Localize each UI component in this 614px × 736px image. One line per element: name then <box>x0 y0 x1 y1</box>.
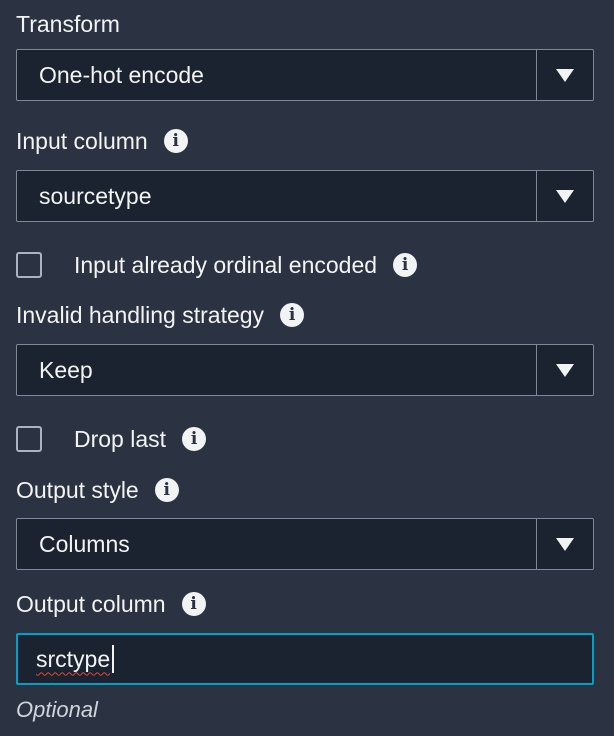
invalid-handling-label: Invalid handling strategy i <box>16 300 305 330</box>
invalid-handling-label-text: Invalid handling strategy <box>16 301 265 328</box>
caret-down-icon <box>556 189 574 203</box>
input-column-label-text: Input column <box>16 127 148 154</box>
text-cursor <box>112 645 115 673</box>
input-column-label: Input column i <box>16 126 188 156</box>
input-ordinal-row: Input already ordinal encoded i <box>16 250 418 280</box>
drop-last-label[interactable]: Drop last <box>74 426 166 453</box>
info-icon[interactable]: i <box>182 427 207 451</box>
drop-last-checkbox[interactable] <box>16 426 42 452</box>
drop-last-row: Drop last i <box>16 424 207 454</box>
one-hot-encode-form: Transform One-hot encode Input column i … <box>0 0 614 736</box>
info-icon[interactable]: i <box>393 253 418 277</box>
input-column-dropdown-button[interactable] <box>537 171 593 221</box>
output-column-hint: Optional <box>16 697 98 722</box>
invalid-handling-select[interactable]: Keep <box>16 344 594 396</box>
input-ordinal-label[interactable]: Input already ordinal encoded <box>74 252 377 279</box>
input-ordinal-checkbox[interactable] <box>16 252 42 278</box>
transform-label-text: Transform <box>16 10 120 37</box>
caret-down-icon <box>556 68 574 82</box>
input-column-select-value: sourcetype <box>39 182 152 209</box>
output-style-select-value: Columns <box>39 530 130 557</box>
output-style-label-text: Output style <box>16 476 139 503</box>
output-style-select[interactable]: Columns <box>16 518 594 570</box>
caret-down-icon <box>556 537 574 551</box>
caret-down-icon <box>556 363 574 377</box>
output-column-input[interactable]: srctype <box>16 633 594 685</box>
output-column-input-value: srctype <box>36 645 111 672</box>
invalid-handling-select-value: Keep <box>39 356 93 383</box>
info-icon[interactable]: i <box>280 303 305 327</box>
invalid-handling-dropdown-button[interactable] <box>537 345 593 395</box>
output-style-dropdown-button[interactable] <box>537 519 593 569</box>
output-style-label: Output style i <box>16 475 179 505</box>
info-icon[interactable]: i <box>181 592 206 616</box>
info-icon[interactable]: i <box>154 478 179 502</box>
transform-select-value: One-hot encode <box>39 61 204 88</box>
transform-dropdown-button[interactable] <box>537 50 593 100</box>
input-column-select[interactable]: sourcetype <box>16 170 594 222</box>
info-icon[interactable]: i <box>163 129 188 153</box>
output-column-label: Output column i <box>16 589 206 619</box>
transform-label: Transform <box>16 9 120 39</box>
output-column-label-text: Output column <box>16 590 166 617</box>
transform-select[interactable]: One-hot encode <box>16 49 594 101</box>
